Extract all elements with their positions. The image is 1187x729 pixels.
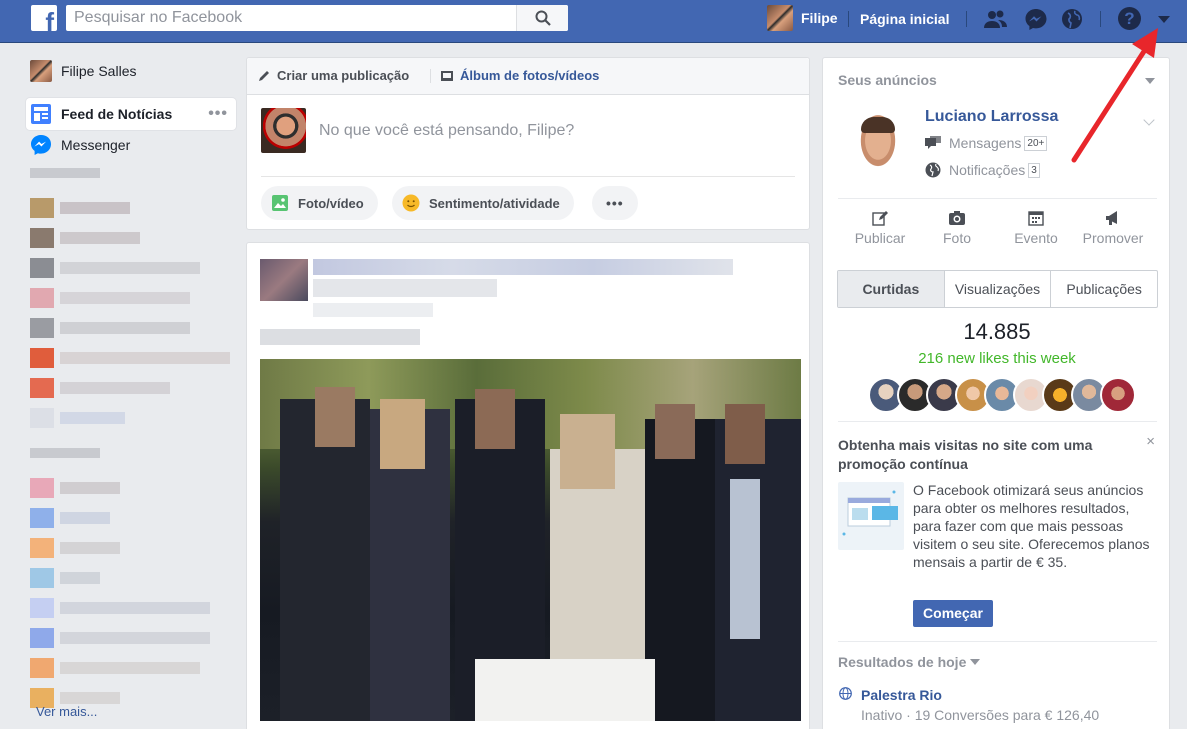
- more-options-icon[interactable]: •••: [208, 105, 228, 123]
- post-composer: Criar uma publicação Álbum de fotos/víde…: [246, 57, 810, 230]
- camera-icon: [949, 211, 965, 225]
- sidebar-item-label: Feed de Notícias: [61, 106, 173, 122]
- globe-icon: [839, 687, 852, 700]
- recent-likers: [868, 377, 1136, 413]
- sidebar-item-news-feed[interactable]: Feed de Notícias •••: [26, 98, 236, 130]
- photo-video-button[interactable]: Foto/vídeo: [261, 186, 378, 220]
- messenger-icon: [31, 135, 51, 155]
- campaign-link[interactable]: Palestra Rio: [861, 687, 942, 703]
- compose-icon: [872, 211, 888, 226]
- search-button[interactable]: [516, 5, 568, 31]
- panel-header: Seus anúncios: [838, 72, 937, 88]
- button-label: Foto/vídeo: [298, 195, 364, 211]
- post-author-avatar[interactable]: [260, 259, 308, 301]
- count-badge: 20+: [1024, 135, 1048, 151]
- tab-views[interactable]: Visualizações: [945, 271, 1052, 307]
- new-likes-text: 216 new likes this week: [918, 350, 1076, 367]
- composer-input[interactable]: No que você está pensando, Filipe?: [319, 122, 574, 140]
- megaphone-icon: [1106, 211, 1117, 225]
- start-button[interactable]: Começar: [913, 600, 993, 627]
- page-name-link[interactable]: Luciano Larrossa: [925, 108, 1058, 126]
- sidebar-item-messenger[interactable]: Messenger: [26, 130, 236, 160]
- campaign-status: Inativo · 19 Conversões para € 126,40: [861, 707, 1100, 723]
- top-navigation-bar: f Filipe Página inicial ?: [0, 0, 1187, 43]
- news-feed-icon: [31, 104, 51, 124]
- see-more-link[interactable]: Ver mais...: [36, 704, 97, 719]
- divider: [838, 421, 1157, 422]
- messages-icon: [925, 136, 941, 149]
- tab-create-post[interactable]: Criar uma publicação: [257, 68, 409, 83]
- search-input[interactable]: [66, 5, 516, 31]
- feeling-activity-button[interactable]: Sentimento/atividade: [392, 186, 574, 220]
- results-header[interactable]: Resultados de hoje: [838, 654, 981, 670]
- tab-label: Álbum de fotos/vídeos: [460, 68, 600, 83]
- page-avatar[interactable]: [848, 111, 908, 185]
- tab-photo-album[interactable]: Álbum de fotos/vídeos: [440, 68, 599, 83]
- divider: [838, 198, 1157, 199]
- count-badge: 3: [1028, 162, 1040, 178]
- action-label: Foto: [942, 230, 971, 246]
- composer-tabs: Criar uma publicação Álbum de fotos/víde…: [247, 58, 809, 95]
- tab-posts[interactable]: Publicações: [1051, 271, 1157, 307]
- friend-requests-icon[interactable]: [984, 8, 1008, 30]
- profile-name: Filipe: [801, 10, 838, 26]
- divider: [966, 11, 967, 27]
- pixelated-shortcuts: [26, 160, 236, 720]
- divider: [848, 11, 849, 27]
- button-label: Sentimento/atividade: [429, 195, 560, 211]
- action-label: Promover: [1082, 230, 1144, 246]
- action-label: Publicar: [854, 230, 906, 246]
- home-link[interactable]: Página inicial: [860, 11, 949, 27]
- website-illustration-icon: [842, 490, 898, 536]
- profile-link[interactable]: Filipe: [767, 5, 838, 31]
- stat-label: Notificações: [949, 162, 1026, 178]
- close-icon[interactable]: ×: [1146, 433, 1155, 450]
- facebook-logo-icon[interactable]: f: [31, 5, 57, 31]
- results-label: Resultados de hoje: [838, 654, 967, 670]
- more-options-button[interactable]: •••: [592, 186, 638, 220]
- divider: [430, 69, 431, 83]
- left-sidebar: Filipe Salles Feed de Notícias ••• Messe…: [26, 56, 236, 720]
- globe-icon: [925, 162, 941, 178]
- likes-total: 14.885: [963, 319, 1031, 344]
- search-box: [66, 5, 568, 31]
- avatar[interactable]: [1100, 377, 1136, 413]
- smiley-icon: [402, 194, 420, 212]
- promote-action[interactable]: Promover: [1073, 210, 1153, 246]
- avatar: [767, 5, 793, 31]
- feed-post: [246, 242, 810, 729]
- sidebar-item-label: Messenger: [61, 137, 131, 153]
- promo-description: O Facebook otimizará seus anúncios para …: [913, 482, 1150, 570]
- photo-album-icon: [441, 70, 453, 81]
- pencil-icon: [259, 70, 269, 81]
- publish-action[interactable]: Publicar: [840, 210, 920, 246]
- chevron-down-icon: [970, 659, 981, 665]
- photo-icon: [272, 195, 288, 211]
- promo-illustration: [838, 482, 904, 550]
- tab-label: Criar uma publicação: [277, 68, 410, 83]
- divider: [838, 641, 1157, 642]
- divider: [261, 176, 795, 177]
- post-photo[interactable]: [260, 359, 801, 721]
- tab-likes[interactable]: Curtidas: [838, 271, 945, 307]
- action-label: Evento: [1014, 230, 1058, 246]
- stat-label: Mensagens: [949, 135, 1022, 151]
- avatar: [30, 60, 52, 82]
- search-icon: [535, 10, 551, 26]
- notifications-link[interactable]: Notificações 3: [925, 162, 1040, 178]
- messenger-icon[interactable]: [1024, 8, 1048, 30]
- calendar-icon: [1028, 211, 1044, 226]
- stats-tabs: Curtidas Visualizações Publicações: [837, 270, 1158, 308]
- avatar: [261, 108, 306, 153]
- event-action[interactable]: Evento: [996, 210, 1076, 246]
- photo-action[interactable]: Foto: [917, 210, 997, 246]
- sidebar-item-label: Filipe Salles: [61, 63, 137, 79]
- sidebar-item-profile[interactable]: Filipe Salles: [26, 56, 236, 86]
- annotation-arrow-icon: [1071, 28, 1158, 163]
- promo-title: Obtenha mais visitas no site com uma pro…: [838, 437, 1093, 472]
- messages-link[interactable]: Mensagens 20+: [925, 135, 1048, 151]
